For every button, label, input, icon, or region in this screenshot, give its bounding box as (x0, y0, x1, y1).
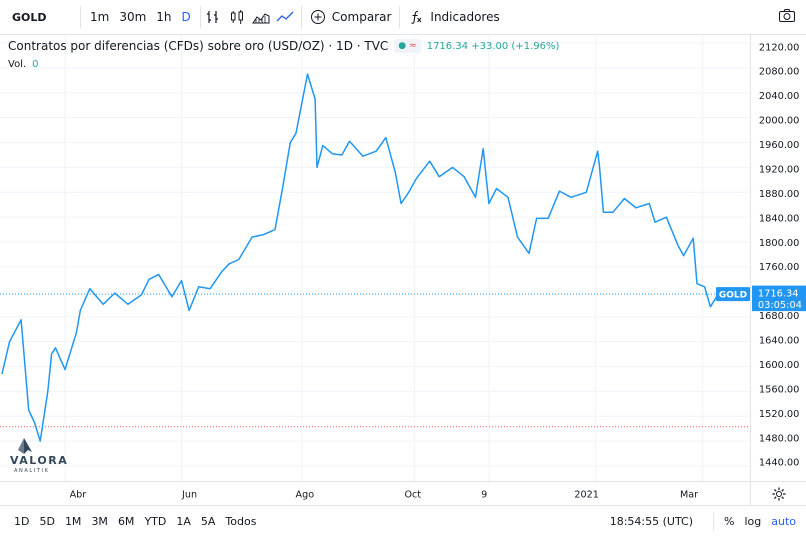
price-tick-label: 1920.00 (759, 164, 800, 175)
line-chart-icon[interactable] (274, 6, 296, 28)
bottom-bar: 1D 5D 1M 3M 6M YTD 1A 5A Todos 18:54:55 … (0, 505, 806, 536)
time-tick-label: Mar (680, 489, 698, 500)
range-6m[interactable]: 6M (113, 515, 140, 528)
price-tick-label: 1480.00 (759, 433, 800, 444)
price-tick-label: 1600.00 (759, 360, 800, 371)
price-tick-label: 2080.00 (759, 67, 800, 78)
time-tick-label: Jun (181, 489, 197, 500)
logo-wordmark: VALORA (10, 454, 68, 467)
price-tick-label: 1640.00 (759, 336, 800, 347)
compare-button[interactable]: Comparar (302, 9, 400, 25)
log-toggle[interactable]: log (744, 515, 761, 528)
compare-label: Comparar (331, 10, 392, 24)
range-1m[interactable]: 1M (60, 515, 87, 528)
range-5d[interactable]: 5D (34, 515, 59, 528)
auto-scale-toggle[interactable]: auto (771, 515, 796, 528)
valora-logo: VALORA ANALITIK (10, 436, 70, 476)
chart-settings-button[interactable] (750, 481, 806, 505)
series-line-gold (1, 73, 719, 442)
price-tick-label: 1560.00 (759, 384, 800, 395)
camera-icon[interactable] (778, 8, 796, 27)
chart-legend: Contratos por diferencias (CFDs) sobre o… (8, 39, 559, 53)
price-tick-label: 2040.00 (759, 91, 800, 102)
logo-tagline: ANALITIK (14, 468, 49, 474)
time-tick-label: Ago (296, 489, 315, 500)
symbol-search[interactable]: GOLD (0, 11, 80, 24)
price-tick-label: 1880.00 (759, 189, 800, 200)
price-tick-label: 2000.00 (759, 116, 800, 127)
time-tick-label: 9 (481, 489, 487, 500)
bottom-divider (713, 512, 714, 531)
range-todos[interactable]: Todos (220, 515, 261, 528)
top-toolbar: GOLD 1m 30m 1h D Comparar Indicadores (0, 0, 806, 35)
price-tick-label: 1800.00 (759, 238, 800, 249)
symbol-tag: GOLD (716, 287, 750, 302)
bar-chart-icon[interactable] (202, 6, 224, 28)
range-ytd[interactable]: YTD (139, 515, 171, 528)
volume-label: Vol. (8, 59, 27, 70)
legend-status-toggle[interactable]: ● ≈ (394, 39, 421, 53)
price-chart[interactable]: GOLD (0, 35, 750, 481)
time-axis[interactable]: Abr Jun Ago Oct 9 2021 Mar (0, 481, 750, 505)
price-tick-label: 2120.00 (759, 42, 800, 53)
clock-timezone[interactable]: 18:54:55 (UTC) (610, 515, 693, 528)
price-axis[interactable]: 1440.00 1480.00 1520.00 1560.00 1600.00 1640.… (750, 35, 806, 481)
last-price-value: 1716.34 (758, 288, 799, 299)
timeframe-1m[interactable]: 1m (85, 10, 114, 24)
bottom-right-controls: 18:54:55 (UTC) % log auto (610, 506, 806, 536)
timeframe-d[interactable]: D (177, 10, 196, 24)
indicators-label: Indicadores (430, 10, 500, 24)
time-tick-label: Abr (70, 489, 87, 500)
bar-countdown: 03:05:04 (758, 300, 802, 311)
last-price-tag: 1716.3403:05:04 (751, 285, 806, 311)
range-3m[interactable]: 3M (86, 515, 113, 528)
status-dot-icon: ● (398, 41, 407, 51)
indicators-button[interactable]: Indicadores (400, 9, 507, 25)
price-tick-label: 1520.00 (759, 409, 800, 420)
percent-toggle[interactable]: % (724, 515, 734, 528)
time-tick-label: Oct (404, 489, 421, 500)
timeframe-30m[interactable]: 30m (114, 10, 151, 24)
candles-icon[interactable] (226, 6, 248, 28)
price-tick-label: 1960.00 (759, 140, 800, 151)
toolbar-divider (199, 6, 201, 28)
volume-value: 0 (32, 59, 39, 70)
volume-legend: Vol. 0 (8, 59, 39, 70)
price-tick-label: 1760.00 (759, 262, 800, 273)
price-tick-label: 1680.00 (759, 311, 800, 322)
range-1d[interactable]: 1D (0, 515, 34, 528)
range-1a[interactable]: 1A (171, 515, 196, 528)
timeframe-group: 1m 30m 1h D (81, 10, 200, 24)
legend-quote: 1716.34 +33.00 (+1.96%) (426, 40, 560, 52)
symbol-tag-label: GOLD (719, 291, 747, 301)
function-icon (411, 10, 422, 24)
range-5a[interactable]: 5A (196, 515, 221, 528)
time-tick-label: 2021 (574, 489, 598, 500)
add-circle-icon (310, 10, 325, 24)
price-tick-label: 1840.00 (759, 213, 800, 224)
area-chart-icon[interactable] (250, 6, 272, 28)
chart-title: Contratos por diferencias (CFDs) sobre o… (8, 39, 389, 53)
gear-icon (772, 487, 785, 500)
price-tick-label: 1440.00 (759, 458, 800, 469)
approx-icon: ≈ (409, 41, 417, 51)
timeframe-1h[interactable]: 1h (151, 10, 176, 24)
